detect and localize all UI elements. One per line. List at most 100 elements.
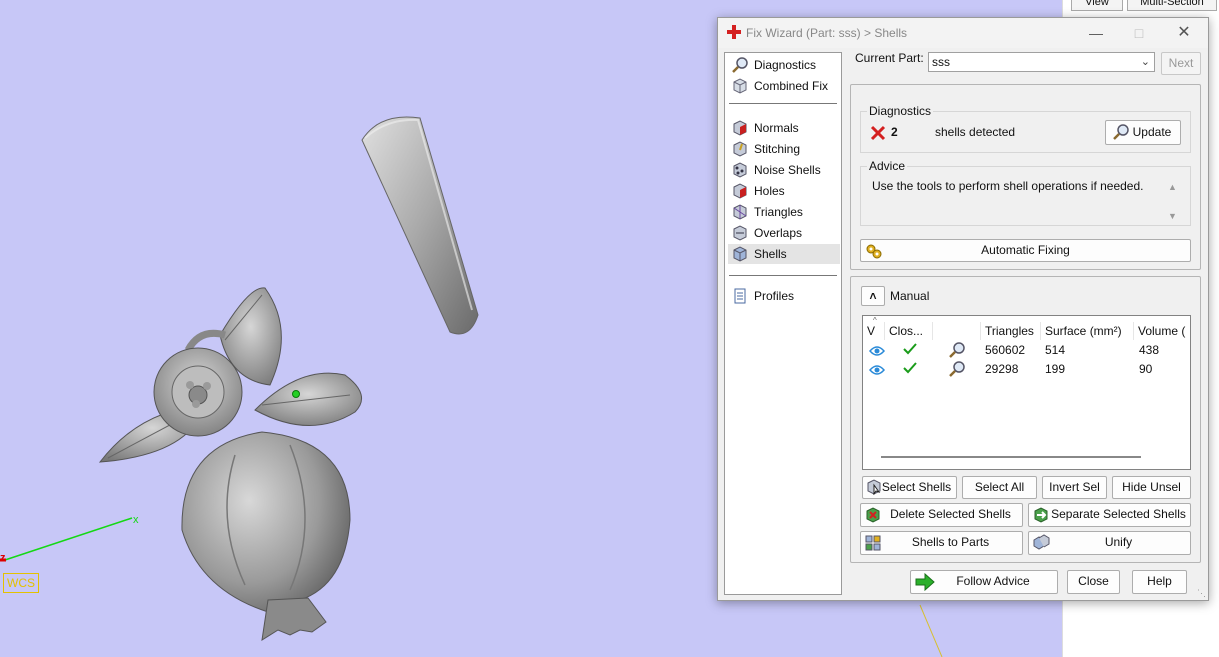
eye-icon[interactable] — [869, 363, 885, 382]
document-icon — [731, 287, 749, 305]
nav-item-label: Noise Shells — [754, 163, 821, 177]
shell-count: 2 — [891, 125, 898, 139]
hide-unsel-button[interactable]: Hide Unsel — [1112, 476, 1191, 499]
delete-shells-icon — [864, 506, 882, 531]
collapse-manual-button[interactable]: ˄ — [861, 286, 885, 306]
magnifier-icon[interactable] — [948, 360, 966, 384]
column-header-triangles[interactable]: Triangles — [981, 322, 1041, 340]
check-icon — [902, 361, 918, 381]
nav-item-label: Stitching — [754, 142, 801, 156]
column-header-inspect[interactable] — [933, 322, 981, 340]
nav-item-stitching[interactable]: Stitching — [728, 139, 840, 159]
normals-cube-icon — [731, 119, 749, 137]
nav-item-holes[interactable]: Holes — [728, 181, 840, 201]
error-x-icon — [870, 125, 886, 144]
nav-item-noise-shells[interactable]: Noise Shells — [728, 160, 840, 180]
select-shells-label: Select Shells — [881, 480, 952, 494]
nav-item-label: Overlaps — [754, 226, 803, 240]
nav-item-shells[interactable]: Shells — [728, 244, 840, 264]
nav-item-overlaps[interactable]: Overlaps — [728, 223, 840, 243]
current-part-select[interactable]: sss ⌄ — [928, 52, 1155, 72]
magnifier-icon — [731, 56, 749, 74]
table-row[interactable]: 560602 514 438 — [863, 341, 1190, 360]
horizontal-scrollbar[interactable] — [881, 456, 1141, 458]
cell-volume: 90 — [1139, 362, 1153, 376]
select-shells-button[interactable]: Select Shells — [862, 476, 957, 499]
update-button[interactable]: Update — [1105, 120, 1181, 145]
select-all-button[interactable]: Select All — [962, 476, 1037, 499]
column-header-volume[interactable]: Volume ( — [1134, 322, 1191, 340]
update-label: Update — [1132, 125, 1172, 139]
separate-selected-shells-button[interactable]: Separate Selected Shells — [1028, 503, 1191, 527]
nav-item-triangles[interactable]: Triangles — [728, 202, 840, 222]
pick-point — [292, 390, 300, 398]
separate-selected-shells-label: Separate Selected Shells — [1051, 507, 1186, 521]
unify-button[interactable]: Unify — [1028, 531, 1191, 555]
table-row[interactable]: 29298 199 90 — [863, 360, 1190, 379]
tab-multi-section[interactable]: Multi-Section — [1127, 0, 1217, 11]
tab-view[interactable]: View — [1071, 0, 1123, 11]
current-part-value: sss — [932, 55, 950, 69]
cell-volume: 438 — [1139, 343, 1160, 357]
nav-item-profiles[interactable]: Profiles — [728, 286, 840, 306]
cell-surface: 514 — [1045, 343, 1066, 357]
advice-title: Advice — [867, 159, 908, 173]
fix-wizard-icon — [727, 25, 741, 42]
dialog-title: Fix Wizard (Part: sss) > Shells — [746, 26, 908, 40]
axis-z-label: z — [0, 552, 6, 564]
nav-item-label: Profiles — [754, 289, 795, 303]
nav-item-label: Holes — [754, 184, 785, 198]
close-button[interactable]: Close — [1067, 570, 1120, 594]
diagnostics-group: Diagnostics 2 shells detected Update Adv… — [850, 84, 1201, 270]
nav-item-label: Diagnostics — [754, 58, 817, 72]
shells-to-parts-label: Shells to Parts — [911, 535, 990, 549]
diagnostics-title: Diagnostics — [867, 104, 934, 118]
follow-advice-button[interactable]: Follow Advice — [910, 570, 1058, 594]
chevron-down-icon: ⌄ — [1140, 56, 1150, 68]
next-button[interactable]: Next — [1161, 52, 1201, 75]
nav-divider — [729, 103, 837, 104]
title-bar[interactable]: Fix Wizard (Part: sss) > Shells — □ ✕ — [718, 18, 1208, 48]
check-icon — [902, 342, 918, 362]
invert-sel-button[interactable]: Invert Sel — [1042, 476, 1107, 499]
axis-x-line — [4, 517, 133, 561]
nav-item-diagnostics[interactable]: Diagnostics — [728, 55, 840, 75]
wcs-label: WCS — [3, 573, 39, 593]
shells-table[interactable]: V Clos... Triangles Surface (mm²) Volume… — [862, 315, 1191, 470]
follow-advice-label: Follow Advice — [956, 574, 1030, 588]
fruit-body — [181, 431, 351, 629]
column-header-surface[interactable]: Surface (mm²) — [1041, 322, 1134, 340]
minimize-icon[interactable]: — — [1076, 22, 1116, 44]
nav-item-combined-fix[interactable]: Combined Fix — [728, 76, 840, 96]
scroll-down-icon[interactable]: ▼ — [1168, 211, 1177, 221]
axis-x-label: x — [133, 514, 139, 526]
cell-triangles: 29298 — [985, 362, 1019, 376]
delete-selected-shells-button[interactable]: Delete Selected Shells — [860, 503, 1023, 527]
fix-wizard-dialog: Fix Wizard (Part: sss) > Shells — □ ✕ Di… — [717, 17, 1209, 601]
arrow-right-icon — [915, 572, 935, 598]
select-shells-icon — [866, 479, 882, 502]
nav-item-label: Triangles — [754, 205, 803, 219]
automatic-fixing-button[interactable]: Automatic Fixing — [860, 239, 1191, 262]
resize-grip-icon[interactable]: ⋱ — [1197, 588, 1206, 599]
shells-to-parts-button[interactable]: Shells to Parts — [860, 531, 1023, 555]
shells-icon — [731, 245, 749, 263]
scroll-up-icon[interactable]: ▲ — [1168, 182, 1177, 192]
automatic-fixing-label: Automatic Fixing — [981, 243, 1070, 257]
sort-caret-icon: ^ — [873, 316, 877, 325]
current-part-label: Current Part: — [855, 51, 924, 65]
nav-item-label: Normals — [754, 121, 799, 135]
nav-divider — [729, 275, 837, 276]
help-button[interactable]: Help — [1132, 570, 1187, 594]
shell-ring — [361, 116, 479, 335]
advice-text: Use the tools to perform shell operation… — [872, 179, 1144, 193]
stitching-icon — [731, 140, 749, 158]
nav-item-normals[interactable]: Normals — [728, 118, 840, 138]
noise-shells-icon — [731, 161, 749, 179]
holes-icon — [731, 182, 749, 200]
chevron-up-icon: ˄ — [869, 289, 877, 303]
close-icon[interactable]: ✕ — [1164, 22, 1204, 44]
unify-icon — [1032, 534, 1050, 559]
manual-group: ˄ Manual V Clos... Triangles Surface (mm… — [850, 276, 1201, 563]
column-header-closed[interactable]: Clos... — [885, 322, 933, 340]
